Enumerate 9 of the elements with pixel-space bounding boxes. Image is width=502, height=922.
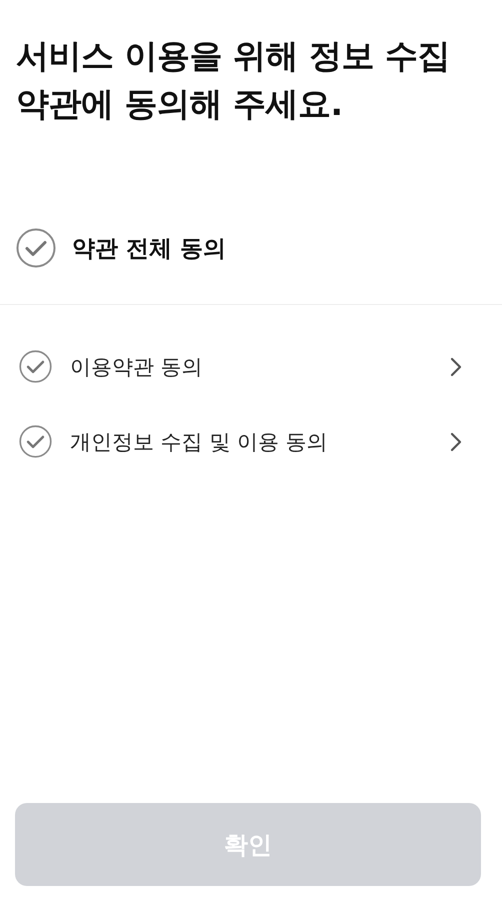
check-circle-icon[interactable] [19, 425, 52, 458]
check-circle-icon[interactable] [19, 350, 52, 383]
terms-label[interactable]: 개인정보 수집 및 이용 동의 [70, 428, 450, 456]
terms-label[interactable]: 이용약관 동의 [70, 352, 450, 380]
check-circle-icon[interactable] [16, 228, 56, 268]
page-title: 서비스 이용을 위해 정보 수집 약관에 동의해 주세요. [15, 35, 451, 125]
chevron-right-icon[interactable] [450, 356, 462, 376]
chevron-right-icon[interactable] [450, 432, 462, 452]
agree-all-label[interactable]: 약관 전체 동의 [72, 232, 226, 264]
